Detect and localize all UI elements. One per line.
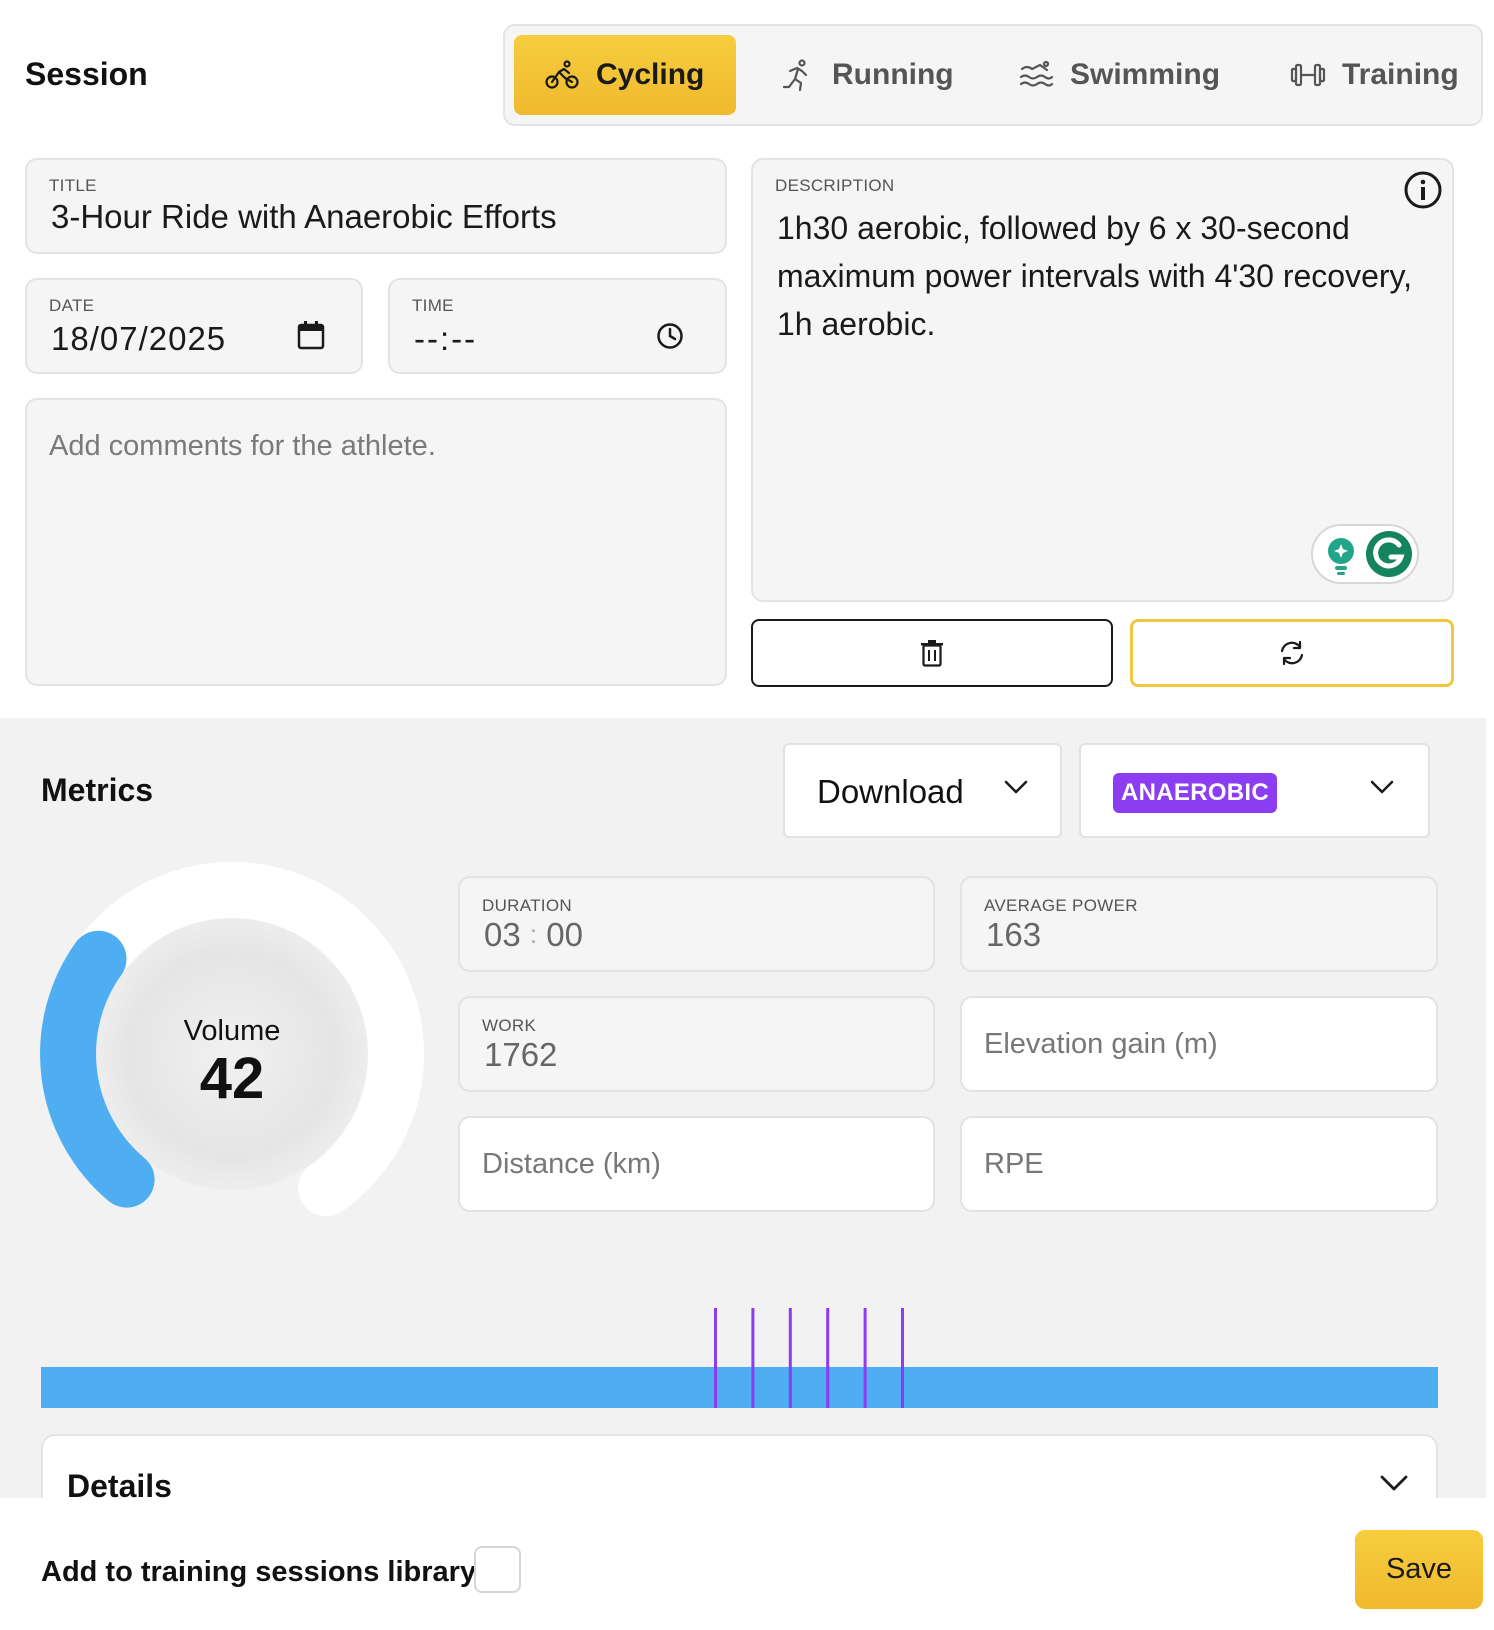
grammarly-icon[interactable] xyxy=(1365,530,1413,578)
work-label: WORK xyxy=(482,1016,537,1035)
calendar-icon[interactable] xyxy=(297,320,325,350)
elevation-placeholder: Elevation gain (m) xyxy=(984,1028,1218,1060)
intensity-badge: ANAEROBIC xyxy=(1113,773,1278,813)
work-value: 1762 xyxy=(484,1036,558,1073)
download-dropdown[interactable]: Download xyxy=(783,743,1062,838)
library-checkbox[interactable] xyxy=(474,1546,521,1593)
duration-value: 03 : 00 xyxy=(484,916,583,954)
average-power-field[interactable]: AVERAGE POWER 163 xyxy=(960,876,1438,972)
runner-icon xyxy=(782,59,808,92)
chevron-down-icon xyxy=(1004,780,1028,794)
duration-field[interactable]: DURATION 03 : 00 xyxy=(458,876,935,972)
duration-hours[interactable]: 03 xyxy=(484,916,521,953)
time-label: TIME xyxy=(412,296,454,315)
info-icon[interactable] xyxy=(1403,170,1443,210)
description-label: DESCRIPTION xyxy=(775,176,895,195)
tab-label: Cycling xyxy=(596,58,705,91)
title-value: 3-Hour Ride with Anaerobic Efforts xyxy=(51,198,557,235)
work-field[interactable]: WORK 1762 xyxy=(458,996,935,1092)
average-power-value: 163 xyxy=(986,916,1042,953)
timeline-bar xyxy=(41,1367,1438,1408)
bike-icon xyxy=(545,60,579,89)
tab-cycling[interactable]: Cycling xyxy=(514,35,736,115)
trash-icon xyxy=(921,640,943,667)
lightbulb-icon[interactable] xyxy=(1323,536,1359,576)
date-field[interactable]: DATE 18/07/2025 xyxy=(25,278,363,374)
volume-label: Volume xyxy=(184,1015,281,1047)
delete-button[interactable] xyxy=(751,619,1113,687)
dumbbell-icon xyxy=(1290,63,1326,87)
interval-marker xyxy=(788,1308,792,1408)
time-value: --:-- xyxy=(414,320,478,357)
swimmer-icon xyxy=(1019,60,1054,87)
clock-icon[interactable] xyxy=(656,322,684,350)
session-timeline xyxy=(41,1300,1438,1410)
rpe-input[interactable]: RPE xyxy=(960,1116,1438,1212)
tab-training[interactable]: Training xyxy=(1260,35,1489,115)
tab-running[interactable]: Running xyxy=(750,35,984,115)
distance-input[interactable]: Distance (km) xyxy=(458,1116,935,1212)
average-power-label: AVERAGE POWER xyxy=(984,896,1138,915)
page-title: Session xyxy=(25,56,148,92)
comments-textarea[interactable]: Add comments for the athlete. xyxy=(25,398,727,686)
distance-placeholder: Distance (km) xyxy=(482,1148,661,1180)
chevron-down-icon xyxy=(1380,1475,1408,1491)
refresh-icon xyxy=(1280,640,1304,666)
chevron-down-icon xyxy=(1370,780,1394,794)
interval-marker xyxy=(901,1308,904,1408)
interval-marker xyxy=(826,1308,830,1408)
tab-swimming[interactable]: Swimming xyxy=(988,35,1250,115)
description-field[interactable]: DESCRIPTION 1h30 aerobic, followed by 6 … xyxy=(751,158,1454,602)
regenerate-button[interactable] xyxy=(1130,619,1454,687)
tab-label: Swimming xyxy=(1070,58,1221,91)
date-value: 18/07/2025 xyxy=(51,320,227,357)
volume-gauge: Volume 42 xyxy=(30,860,440,1270)
interval-marker xyxy=(714,1308,717,1408)
description-value: 1h30 aerobic, followed by 6 x 30-second … xyxy=(777,210,1413,342)
duration-separator: : xyxy=(529,919,538,949)
duration-minutes[interactable]: 00 xyxy=(546,916,583,953)
rpe-placeholder: RPE xyxy=(984,1148,1044,1180)
volume-value: 42 xyxy=(200,1046,265,1111)
elevation-gain-input[interactable]: Elevation gain (m) xyxy=(960,996,1438,1092)
interval-marker xyxy=(751,1308,755,1408)
tab-label: Running xyxy=(832,58,954,91)
intensity-dropdown[interactable]: ANAEROBIC xyxy=(1079,743,1430,838)
library-label: Add to training sessions library xyxy=(41,1556,477,1588)
title-label: TITLE xyxy=(49,176,97,195)
comments-placeholder: Add comments for the athlete. xyxy=(49,430,436,462)
duration-label: DURATION xyxy=(482,896,572,915)
title-field[interactable]: TITLE 3-Hour Ride with Anaerobic Efforts xyxy=(25,158,727,254)
date-label: DATE xyxy=(49,296,95,315)
save-button[interactable]: Save xyxy=(1355,1530,1483,1609)
sport-tabs: Cycling Running Swimming Training xyxy=(503,24,1483,126)
grammarly-widget[interactable] xyxy=(1311,524,1419,584)
metrics-title: Metrics xyxy=(41,772,154,808)
tab-label: Training xyxy=(1342,58,1459,91)
interval-marker xyxy=(863,1308,867,1408)
download-label: Download xyxy=(817,773,964,810)
time-field[interactable]: TIME --:-- xyxy=(388,278,727,374)
